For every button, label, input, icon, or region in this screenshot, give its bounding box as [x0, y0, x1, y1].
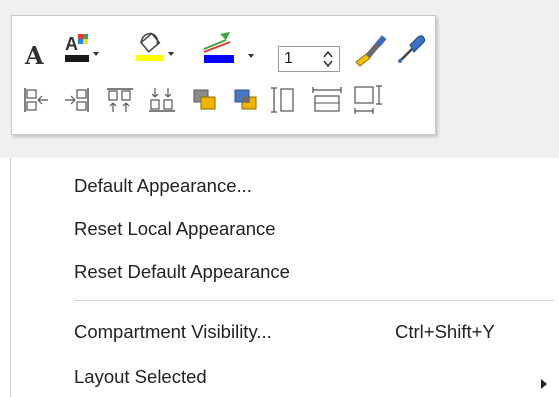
- align-top-icon[interactable]: [105, 86, 135, 114]
- spinner-arrows-icon[interactable]: [323, 50, 333, 73]
- font-icon[interactable]: A: [24, 40, 50, 68]
- format-toolbar: A A 1: [11, 15, 436, 135]
- align-right-icon[interactable]: [61, 86, 91, 114]
- menu-item-label: Default Appearance...: [74, 175, 252, 196]
- submenu-arrow-icon: [540, 372, 548, 394]
- menu-item-label: Layout Selected: [74, 366, 207, 387]
- same-width-icon[interactable]: [311, 86, 343, 114]
- context-menu: Default Appearance... Reset Local Appear…: [10, 158, 559, 397]
- align-left-icon[interactable]: [22, 86, 52, 114]
- menu-item-layout-selected[interactable]: Layout Selected: [11, 361, 559, 393]
- bring-to-front-icon[interactable]: [190, 86, 220, 114]
- svg-text:A: A: [24, 41, 44, 68]
- menu-item-reset-local-appearance[interactable]: Reset Local Appearance: [11, 213, 559, 245]
- menu-item-reset-default-appearance[interactable]: Reset Default Appearance: [11, 256, 559, 288]
- menu-separator: [74, 300, 554, 301]
- same-height-icon[interactable]: [270, 86, 300, 114]
- line-color-icon[interactable]: [202, 26, 264, 66]
- fill-bucket-icon[interactable]: [133, 26, 177, 66]
- font-color-icon[interactable]: A: [64, 30, 100, 68]
- format-painter-icon[interactable]: [352, 34, 388, 68]
- menu-item-label: Reset Default Appearance: [74, 261, 290, 282]
- align-bottom-icon[interactable]: [147, 86, 177, 114]
- menu-item-shortcut: Ctrl+Shift+Y: [395, 321, 495, 342]
- menu-item-compartment-visibility[interactable]: Compartment Visibility... Ctrl+Shift+Y: [11, 316, 559, 348]
- same-size-icon[interactable]: [352, 84, 386, 116]
- line-width-spinner[interactable]: 1: [278, 46, 340, 72]
- menu-item-label: Compartment Visibility...: [74, 321, 272, 342]
- eyedropper-icon[interactable]: [396, 32, 426, 66]
- menu-item-label: Reset Local Appearance: [74, 218, 276, 239]
- svg-text:A: A: [65, 34, 78, 54]
- line-width-value: 1: [284, 50, 293, 67]
- send-to-back-icon[interactable]: [231, 86, 261, 114]
- menu-item-default-appearance[interactable]: Default Appearance...: [11, 170, 559, 202]
